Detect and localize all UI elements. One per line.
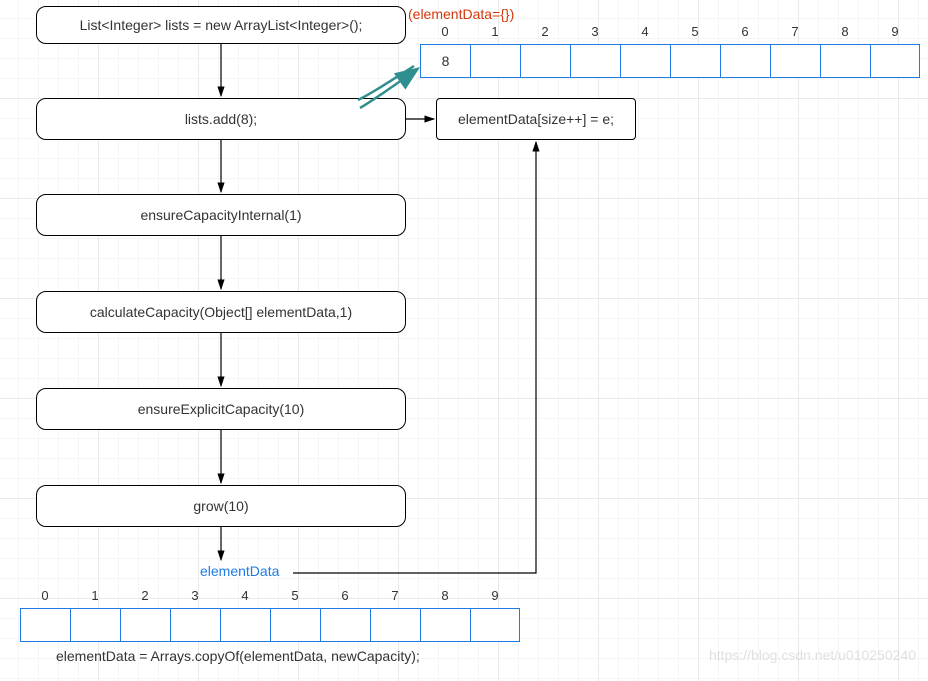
- bottom-idx: 8: [420, 588, 470, 603]
- top-array: 8: [420, 44, 920, 78]
- top-cell: [520, 44, 570, 78]
- top-array-indices: 0 1 2 3 4 5 6 7 8 9: [420, 24, 920, 39]
- top-idx: 4: [620, 24, 670, 39]
- annotation-element-data-label: elementData: [200, 563, 279, 579]
- top-idx: 9: [870, 24, 920, 39]
- top-cell: [720, 44, 770, 78]
- bottom-cell: [170, 608, 220, 642]
- node-ensure-capacity-internal: ensureCapacityInternal(1): [36, 194, 406, 236]
- bottom-cell: [320, 608, 370, 642]
- bottom-cell: [370, 608, 420, 642]
- annotation-element-data-empty: (elementData={}): [408, 6, 514, 22]
- bottom-cell: [470, 608, 520, 642]
- arrow-handdrawn-to-array-2: [358, 66, 414, 100]
- top-idx: 2: [520, 24, 570, 39]
- top-cell: 8: [420, 44, 470, 78]
- bottom-idx: 3: [170, 588, 220, 603]
- bottom-cell: [120, 608, 170, 642]
- top-cell: [670, 44, 720, 78]
- bottom-cell: [270, 608, 320, 642]
- top-idx: 0: [420, 24, 470, 39]
- top-cell: [570, 44, 620, 78]
- bottom-array: [20, 608, 520, 642]
- node-ensure-explicit-capacity: ensureExplicitCapacity(10): [36, 388, 406, 430]
- top-idx: 7: [770, 24, 820, 39]
- bottom-idx: 7: [370, 588, 420, 603]
- bottom-cell: [420, 608, 470, 642]
- top-idx: 3: [570, 24, 620, 39]
- bottom-idx: 9: [470, 588, 520, 603]
- top-cell: [470, 44, 520, 78]
- bottom-array-indices: 0 1 2 3 4 5 6 7 8 9: [20, 588, 520, 603]
- annotation-arrays-copyof: elementData = Arrays.copyOf(elementData,…: [56, 648, 420, 664]
- bottom-idx: 4: [220, 588, 270, 603]
- bottom-idx: 0: [20, 588, 70, 603]
- diagram-canvas: List<Integer> lists = new ArrayList<Inte…: [0, 0, 928, 681]
- watermark-text: https://blog.csdn.net/u010250240: [709, 647, 916, 663]
- bottom-cell: [220, 608, 270, 642]
- node-arraylist-ctor: List<Integer> lists = new ArrayList<Inte…: [36, 6, 406, 44]
- top-cell: [620, 44, 670, 78]
- top-idx: 6: [720, 24, 770, 39]
- node-element-data-assign: elementData[size++] = e;: [436, 98, 636, 140]
- bottom-idx: 1: [70, 588, 120, 603]
- node-lists-add: lists.add(8);: [36, 98, 406, 140]
- bottom-cell: [20, 608, 70, 642]
- top-idx: 5: [670, 24, 720, 39]
- top-idx: 1: [470, 24, 520, 39]
- node-calculate-capacity: calculateCapacity(Object[] elementData,1…: [36, 291, 406, 333]
- top-cell: [820, 44, 870, 78]
- bottom-idx: 5: [270, 588, 320, 603]
- bottom-cell: [70, 608, 120, 642]
- top-cell: [770, 44, 820, 78]
- bottom-idx: 6: [320, 588, 370, 603]
- node-grow: grow(10): [36, 485, 406, 527]
- top-cell: [870, 44, 920, 78]
- top-idx: 8: [820, 24, 870, 39]
- bottom-idx: 2: [120, 588, 170, 603]
